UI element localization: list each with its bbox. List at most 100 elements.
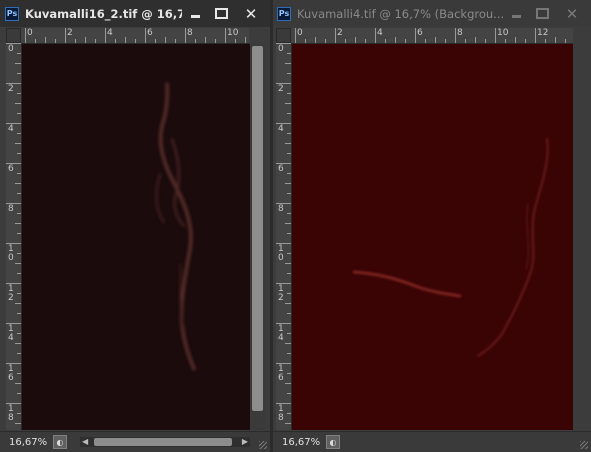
- ruler-minor-tick: [45, 37, 46, 43]
- vertical-ruler[interactable]: 0 2 4 6 8 1 0 1 2 1 4 1 6 1 8: [276, 43, 292, 430]
- maximize-button[interactable]: [208, 4, 234, 24]
- ruler-minor-tick: [325, 39, 326, 43]
- ruler-minor-tick: [15, 303, 21, 304]
- ruler-label: 10: [227, 28, 239, 38]
- horizontal-scrollbar[interactable]: ◀ ▶: [80, 437, 250, 447]
- ruler-minor-tick: [525, 39, 526, 43]
- ruler-major-tick: [105, 28, 106, 43]
- vertical-scrollbar[interactable]: [250, 43, 265, 430]
- ruler-minor-tick: [235, 39, 236, 43]
- document-window-1[interactable]: Ps Kuvamalli16_2.tif @ 16,7... ✕ 0 2 4 6 8 10…: [0, 0, 270, 452]
- ruler-label: 0: [8, 44, 14, 54]
- ruler-minor-tick: [285, 63, 291, 64]
- ruler-major-tick: [65, 28, 66, 43]
- ruler-minor-tick: [395, 37, 396, 43]
- resize-grip-icon[interactable]: [580, 441, 588, 449]
- ruler-minor-tick: [287, 153, 291, 154]
- ruler-minor-tick: [287, 413, 291, 414]
- ruler-origin[interactable]: [6, 28, 21, 43]
- document-info-icon: ◐: [56, 437, 64, 447]
- minimize-button[interactable]: [182, 4, 208, 24]
- vertical-scrollbar-area[interactable]: [573, 43, 591, 430]
- vertical-ruler[interactable]: 0 2 4 6 8 1 0 1 2 1 4 1 6 1 8: [6, 43, 22, 430]
- ruler-minor-tick: [315, 37, 316, 43]
- ruler-label: 4: [107, 28, 113, 38]
- status-bar: 16,67% ◐ ◀ ▶: [0, 431, 270, 452]
- ruler-minor-tick: [15, 423, 21, 424]
- ruler-minor-tick: [515, 37, 516, 43]
- ruler-major-tick: [25, 28, 26, 43]
- ruler-minor-tick: [287, 353, 291, 354]
- ruler-origin[interactable]: [276, 28, 291, 43]
- zoom-level[interactable]: 16,67%: [282, 437, 320, 448]
- ruler-minor-tick: [245, 37, 246, 43]
- ruler-minor-tick: [17, 233, 21, 234]
- ruler-minor-tick: [287, 133, 291, 134]
- ruler-minor-tick: [285, 183, 291, 184]
- window-titlebar[interactable]: Ps Kuvamalli16_2.tif @ 16,7... ✕: [0, 0, 270, 27]
- ruler-minor-tick: [55, 39, 56, 43]
- ruler-label: 4: [278, 124, 284, 134]
- ruler-minor-tick: [15, 63, 21, 64]
- ruler-label: 6: [8, 164, 14, 174]
- ruler-minor-tick: [17, 173, 21, 174]
- resize-grip-icon[interactable]: [259, 441, 267, 449]
- ruler-label: 6: [147, 28, 153, 38]
- document-info-button[interactable]: ◐: [53, 435, 67, 449]
- horizontal-ruler[interactable]: 0 2 4 6 8 10: [21, 28, 249, 44]
- ruler-major-tick: [495, 28, 496, 43]
- ruler-minor-tick: [17, 253, 21, 254]
- ruler-label: 0: [27, 28, 33, 38]
- figure-image: [155, 82, 196, 371]
- minimize-button[interactable]: [503, 4, 529, 24]
- ruler-minor-tick: [287, 393, 291, 394]
- horizontal-scroll-thumb[interactable]: [94, 438, 232, 446]
- ruler-minor-tick: [205, 37, 206, 43]
- ruler-minor-tick: [17, 193, 21, 194]
- horizontal-ruler[interactable]: 0 2 4 6 8 10 12: [291, 28, 573, 44]
- ruler-label: 4: [8, 124, 14, 134]
- document-canvas[interactable]: [22, 44, 250, 430]
- vertical-scroll-thumb[interactable]: [252, 46, 263, 411]
- ruler-minor-tick: [505, 39, 506, 43]
- zoom-level[interactable]: 16,67%: [9, 437, 47, 448]
- ruler-minor-tick: [35, 39, 36, 43]
- ruler-minor-tick: [215, 39, 216, 43]
- ruler-minor-tick: [465, 39, 466, 43]
- maximize-button[interactable]: [529, 4, 555, 24]
- close-button[interactable]: ✕: [555, 4, 589, 24]
- ruler-minor-tick: [565, 39, 566, 43]
- ruler-minor-tick: [17, 133, 21, 134]
- ruler-minor-tick: [287, 253, 291, 254]
- ruler-minor-tick: [17, 353, 21, 354]
- ruler-major-tick: [295, 28, 296, 43]
- figure-image: [352, 138, 549, 357]
- ruler-label: 1 0: [278, 244, 284, 263]
- window-titlebar[interactable]: Ps Kuvamalli4.tif @ 16,7% (Backgrou... ✕: [273, 0, 591, 27]
- document-info-button[interactable]: ◐: [326, 435, 340, 449]
- close-button[interactable]: ✕: [234, 4, 268, 24]
- ruler-minor-tick: [17, 273, 21, 274]
- document-canvas[interactable]: [292, 44, 573, 430]
- ruler-minor-tick: [545, 39, 546, 43]
- ruler-minor-tick: [435, 37, 436, 43]
- ruler-minor-tick: [17, 293, 21, 294]
- ruler-major-tick: [225, 28, 226, 43]
- ruler-minor-tick: [17, 413, 21, 414]
- ruler-label: 1 6: [8, 364, 14, 383]
- ruler-minor-tick: [287, 53, 291, 54]
- ruler-label: 12: [537, 28, 549, 38]
- window-title: Kuvamalli16_2.tif @ 16,7...: [25, 6, 182, 21]
- ruler-label: 0: [278, 44, 284, 54]
- ruler-minor-tick: [195, 39, 196, 43]
- document-window-2[interactable]: Ps Kuvamalli4.tif @ 16,7% (Backgrou... ✕…: [273, 0, 591, 452]
- ruler-label: 2: [337, 28, 343, 38]
- ruler-label: 1 4: [278, 324, 284, 343]
- ruler-minor-tick: [155, 39, 156, 43]
- ruler-minor-tick: [287, 373, 291, 374]
- ruler-label: 1 4: [8, 324, 14, 343]
- scroll-left-icon[interactable]: ◀: [82, 437, 88, 446]
- ruler-major-tick: [375, 28, 376, 43]
- ruler-minor-tick: [15, 143, 21, 144]
- scroll-right-icon[interactable]: ▶: [242, 437, 248, 446]
